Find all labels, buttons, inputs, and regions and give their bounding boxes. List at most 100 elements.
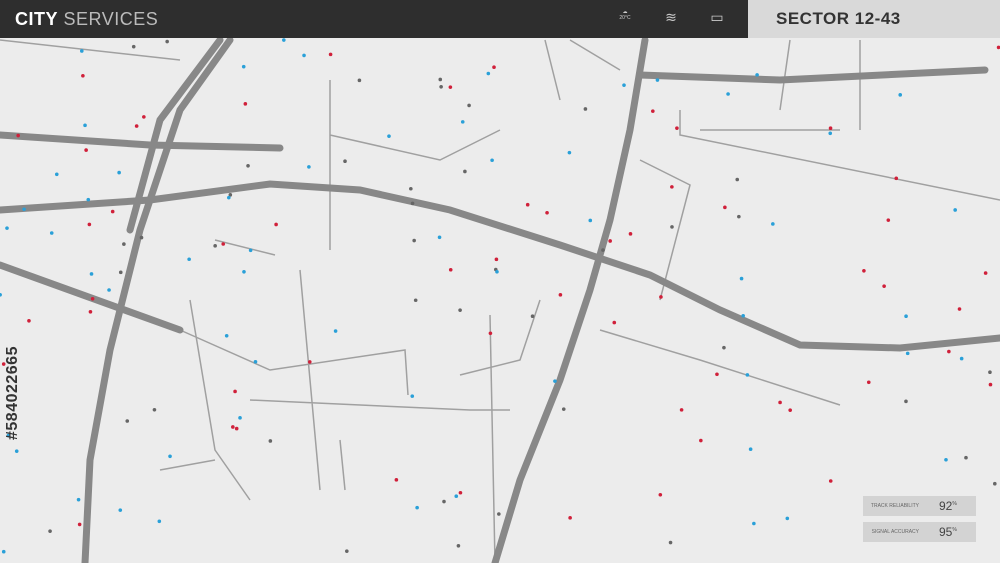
vehicle-dot: [568, 516, 572, 520]
vehicle-dot: [117, 170, 121, 175]
vehicle-dot: [679, 408, 684, 412]
vehicle-dot: [5, 226, 9, 230]
city-map[interactable]: [0, 0, 1000, 563]
stat-track-reliability: TRACK RELIABILITY 92%: [863, 496, 976, 516]
vehicle-dot: [463, 169, 467, 174]
vehicle-dot: [307, 360, 312, 364]
vehicle-dot: [79, 49, 84, 53]
vehicle-dot: [413, 298, 418, 303]
vehicle-dot: [983, 271, 988, 275]
vehicle-dot: [14, 449, 19, 453]
vehicle-dot: [659, 295, 663, 299]
vehicle-dot: [307, 165, 311, 169]
vehicle-dot: [651, 109, 655, 113]
vehicle-dot: [788, 408, 792, 412]
vehicle-dot: [27, 318, 31, 323]
vehicle-dot: [268, 439, 273, 443]
vehicle-dot: [16, 133, 20, 138]
vehicle-dot: [387, 134, 391, 138]
vehicle-dot: [862, 268, 866, 273]
vehicle-dot: [944, 457, 948, 462]
vehicle-dot: [442, 499, 446, 504]
vehicle-dot: [655, 78, 660, 82]
vehicle-dot: [54, 172, 59, 177]
vehicle-dot: [492, 65, 496, 70]
vehicle-dot: [412, 238, 416, 243]
vehicle-dot: [723, 205, 727, 210]
vehicle-dot: [274, 222, 278, 227]
chat-icon[interactable]: ▭: [708, 9, 726, 26]
vehicle-dot: [142, 115, 146, 119]
vehicle-dot: [224, 333, 229, 338]
vehicle-dot: [345, 549, 349, 553]
vehicle-dot: [737, 214, 741, 219]
vehicle-dot: [302, 53, 306, 58]
vehicle-dot: [238, 416, 242, 420]
vehicle-dot: [83, 123, 87, 128]
vehicle-dot: [87, 222, 92, 227]
vehicle-dot: [748, 447, 753, 452]
vehicle-dot: [107, 288, 111, 292]
vehicle-dot: [622, 83, 626, 87]
vehicle-dot: [993, 481, 997, 486]
vehicle-dot: [438, 77, 443, 82]
vehicle-dot: [110, 209, 115, 214]
vehicle-dot: [1, 549, 6, 554]
vehicle-dot: [898, 93, 903, 97]
sector-panel: SECTOR 12-43: [748, 0, 1000, 38]
vehicle-dot: [558, 293, 563, 297]
vehicle-dot: [866, 380, 871, 385]
vehicle-dot: [454, 494, 459, 499]
vehicle-dot: [668, 540, 673, 545]
vehicle-dot: [886, 218, 891, 222]
vehicle-dot: [448, 267, 453, 272]
vehicle-dot: [959, 356, 964, 361]
vehicle-dot: [947, 349, 951, 354]
vehicle-dot: [460, 120, 465, 124]
vehicle-dot: [118, 508, 123, 512]
vehicle-dot: [486, 71, 491, 76]
vehicle-dot: [715, 372, 719, 377]
vehicle-dot: [601, 248, 605, 252]
top-bar: CITY SERVICES ☁ 20°C ≋ ▭: [0, 0, 748, 38]
vehicle-dot: [77, 522, 82, 527]
vehicle-dot: [739, 276, 744, 281]
watermark: #584022665: [4, 346, 21, 440]
stat-signal-accuracy: SIGNAL ACCURACY 95%: [863, 522, 976, 542]
vehicle-dot: [545, 210, 549, 215]
vehicle-dot: [458, 308, 462, 312]
vehicle-dot: [745, 373, 750, 377]
cloud-icon[interactable]: ☁ 20°C: [616, 9, 634, 26]
vehicle-dot: [333, 329, 338, 333]
app-title: CITY SERVICES: [15, 8, 159, 29]
vehicle-dot: [221, 242, 226, 246]
vehicle-dot: [904, 314, 908, 319]
vehicle-dot: [957, 307, 962, 311]
vehicle-dot: [439, 84, 443, 89]
vehicle-dot: [525, 202, 530, 207]
vehicle-dot: [722, 345, 726, 350]
vehicle-dot: [84, 148, 88, 152]
vehicle-dot: [588, 218, 593, 223]
vehicle-dot: [785, 516, 790, 521]
vehicle-dot: [90, 296, 95, 301]
vehicle-dot: [456, 543, 461, 548]
vehicle-dot: [735, 177, 740, 182]
vehicle-dot: [139, 235, 144, 240]
vehicle-dot: [131, 44, 136, 49]
vehicle-dot: [122, 242, 126, 246]
vehicle-dot: [152, 407, 157, 412]
vehicle-dot: [658, 492, 663, 497]
vehicle-dot: [458, 490, 463, 495]
vehicle-dot: [86, 197, 91, 202]
vehicle-dot: [253, 359, 258, 364]
vehicle-dot: [964, 455, 968, 460]
vehicle-dot: [828, 126, 833, 131]
vehicle-dot: [904, 399, 908, 404]
vehicle-dot: [241, 64, 246, 69]
vehicle-dot: [675, 126, 679, 130]
vehicle-dot: [628, 232, 633, 236]
wifi-icon[interactable]: ≋: [662, 9, 680, 26]
vehicle-dot: [828, 479, 833, 483]
vehicle-dot: [246, 163, 250, 168]
